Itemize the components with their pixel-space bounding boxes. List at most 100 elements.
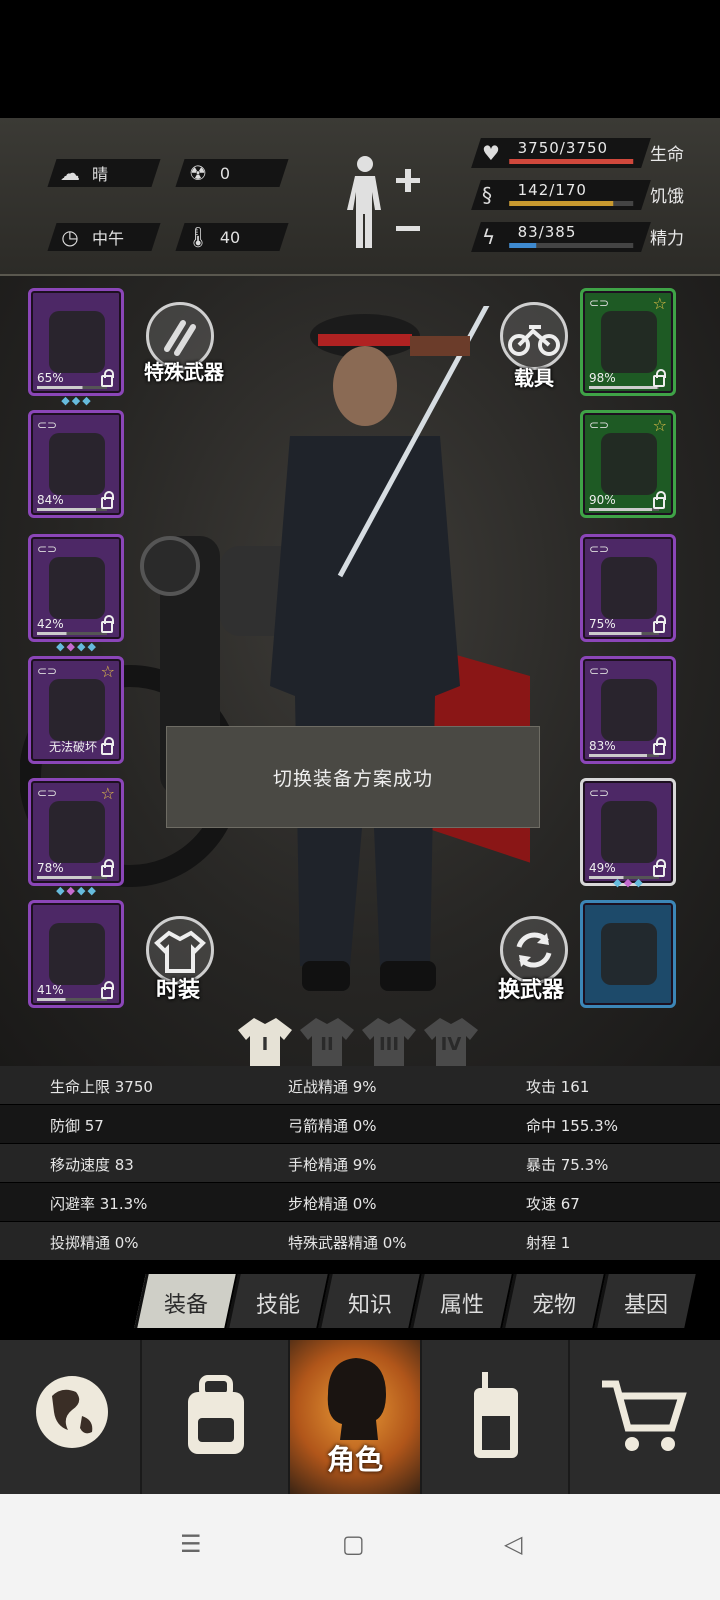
energy-fill xyxy=(509,243,537,248)
lock-icon xyxy=(101,859,114,877)
link-icon: ⊂⊃ xyxy=(37,418,58,432)
item-image xyxy=(49,679,105,741)
nav-radio[interactable] xyxy=(422,1340,570,1494)
vehicle-button[interactable] xyxy=(500,302,568,370)
durability-bar xyxy=(589,754,659,757)
outfit-preset-1[interactable]: I xyxy=(236,1014,294,1068)
durability-bar xyxy=(37,508,107,511)
vehicle-label[interactable]: 载具 xyxy=(514,362,554,391)
link-icon: ⊂⊃ xyxy=(37,542,58,556)
left-slot-1[interactable]: 65% xyxy=(28,288,124,396)
gem-icon: ◆ xyxy=(66,640,75,653)
tab-label[interactable]: 技能 xyxy=(235,1287,322,1319)
head-silhouette-icon xyxy=(327,1358,386,1440)
special-weapon-label[interactable]: 特殊武器 xyxy=(144,356,224,385)
stat-item: 攻击 161 xyxy=(526,1078,590,1096)
lock-icon xyxy=(101,369,114,387)
stat-item: 步枪精通 0% xyxy=(288,1195,377,1213)
stat-item: 防御 57 xyxy=(50,1117,104,1135)
tab-label[interactable]: 宠物 xyxy=(511,1287,598,1319)
health-label: 生命 xyxy=(650,145,684,165)
nav-character-label[interactable]: 角色 xyxy=(290,1438,420,1478)
left-slot-3[interactable]: ⊂⊃ 42% xyxy=(28,534,124,642)
health-fill xyxy=(509,159,634,164)
nav-character[interactable]: 角色 xyxy=(290,1340,422,1494)
durability-bar xyxy=(37,998,107,1001)
stat-item: 命中 155.3% xyxy=(526,1117,618,1135)
health-value: 3750/3750 xyxy=(517,139,609,157)
right-slot-2[interactable]: ⊂⊃ ☆ 90% xyxy=(580,410,676,518)
globe-icon xyxy=(36,1376,108,1448)
nav-map[interactable] xyxy=(0,1340,142,1494)
nav-backpack[interactable] xyxy=(142,1340,290,1494)
stat-item: 特殊武器精通 0% xyxy=(288,1234,407,1252)
tab-label[interactable]: 知识 xyxy=(327,1287,414,1319)
stat-item: 弓箭精通 0% xyxy=(288,1117,377,1135)
left-slot-2[interactable]: ⊂⊃ 84% xyxy=(28,410,124,518)
left-slot-5[interactable]: ⊂⊃ ☆ 78% xyxy=(28,778,124,886)
stat-item: 手枪精通 9% xyxy=(288,1156,377,1174)
fashion-label[interactable]: 时装 xyxy=(156,972,200,1004)
star-icon: ☆ xyxy=(652,294,667,313)
radiation-value: 0 xyxy=(220,163,231,183)
link-icon: ⊂⊃ xyxy=(589,296,610,310)
right-slot-4[interactable]: ⊂⊃ 83% xyxy=(580,656,676,764)
outfit-preset-2[interactable]: II xyxy=(298,1014,356,1068)
hunger-value: 142/170 xyxy=(517,181,587,199)
right-slot-5[interactable]: ⊂⊃ 49% xyxy=(580,778,676,886)
gem-icon: ◆ xyxy=(87,640,96,653)
tab-2[interactable]: 技能 xyxy=(226,1274,328,1328)
tab-label[interactable]: 基因 xyxy=(603,1287,690,1319)
item-image xyxy=(601,679,657,741)
gem-icon: ◆ xyxy=(61,394,70,407)
menu-icon[interactable]: ☰ xyxy=(180,1530,202,1558)
nav-shop[interactable] xyxy=(570,1340,720,1494)
radiation-pill: ☢ 0 xyxy=(175,159,289,187)
tab-6[interactable]: 基因 xyxy=(594,1274,696,1328)
stomach-icon: § xyxy=(482,183,492,207)
tab-1[interactable]: 装备 xyxy=(134,1274,236,1328)
outfit-numeral: III xyxy=(378,1034,400,1055)
temperature-value: 40 xyxy=(220,227,241,247)
right-slot-3[interactable]: ⊂⊃ 75% xyxy=(580,534,676,642)
back-icon[interactable]: ◁ xyxy=(504,1530,522,1558)
durability-bar xyxy=(589,386,659,389)
outfit-numeral: I xyxy=(261,1034,269,1055)
gem-icon: ◆ xyxy=(77,884,86,897)
gem-icon: ◆ xyxy=(56,640,65,653)
energy-bar: ϟ 83/385 xyxy=(471,222,651,252)
tab-4[interactable]: 属性 xyxy=(410,1274,512,1328)
gem-icon: ◆ xyxy=(87,884,96,897)
outfit-preset-3[interactable]: III xyxy=(360,1014,418,1068)
tab-5[interactable]: 宠物 xyxy=(502,1274,604,1328)
tab-3[interactable]: 知识 xyxy=(318,1274,420,1328)
left-slot-6[interactable]: 41% xyxy=(28,900,124,1008)
right-slot-6[interactable] xyxy=(580,900,676,1008)
gem-sockets: ◆ ◆ ◆ ◆ xyxy=(46,884,106,897)
durability-text: 49% xyxy=(589,861,616,875)
body-status-icon[interactable] xyxy=(340,150,440,260)
gem-sockets: ◆ ◆ ◆ xyxy=(46,394,106,407)
tab-label[interactable]: 装备 xyxy=(143,1287,230,1319)
right-slot-1[interactable]: ⊂⊃ ☆ 98% xyxy=(580,288,676,396)
gem-icon: ◆ xyxy=(77,640,86,653)
durability-text: 78% xyxy=(37,861,64,875)
durability-text: 75% xyxy=(589,617,616,631)
left-slot-4[interactable]: ⊂⊃ ☆ 无法破坏 xyxy=(28,656,124,764)
stat-item: 生命上限 3750 xyxy=(50,1078,153,1096)
outfit-numeral: II xyxy=(320,1034,334,1055)
item-image xyxy=(601,433,657,495)
durability-text: 90% xyxy=(589,493,616,507)
lock-icon xyxy=(101,737,114,755)
home-icon[interactable]: ▢ xyxy=(342,1530,365,1558)
swap-weapon-label[interactable]: 换武器 xyxy=(498,972,564,1004)
durability-text: 83% xyxy=(589,739,616,753)
outfit-preset-4[interactable]: IV xyxy=(422,1014,480,1068)
link-icon: ⊂⊃ xyxy=(589,418,610,432)
stat-row: 闪避率 31.3% 步枪精通 0% 攻速 67 xyxy=(0,1183,720,1221)
durability-text: 42% xyxy=(37,617,64,631)
durability-bar xyxy=(37,632,107,635)
tab-label[interactable]: 属性 xyxy=(419,1287,506,1319)
weather-text: 晴 xyxy=(92,165,109,184)
stat-item: 攻速 67 xyxy=(526,1195,580,1213)
